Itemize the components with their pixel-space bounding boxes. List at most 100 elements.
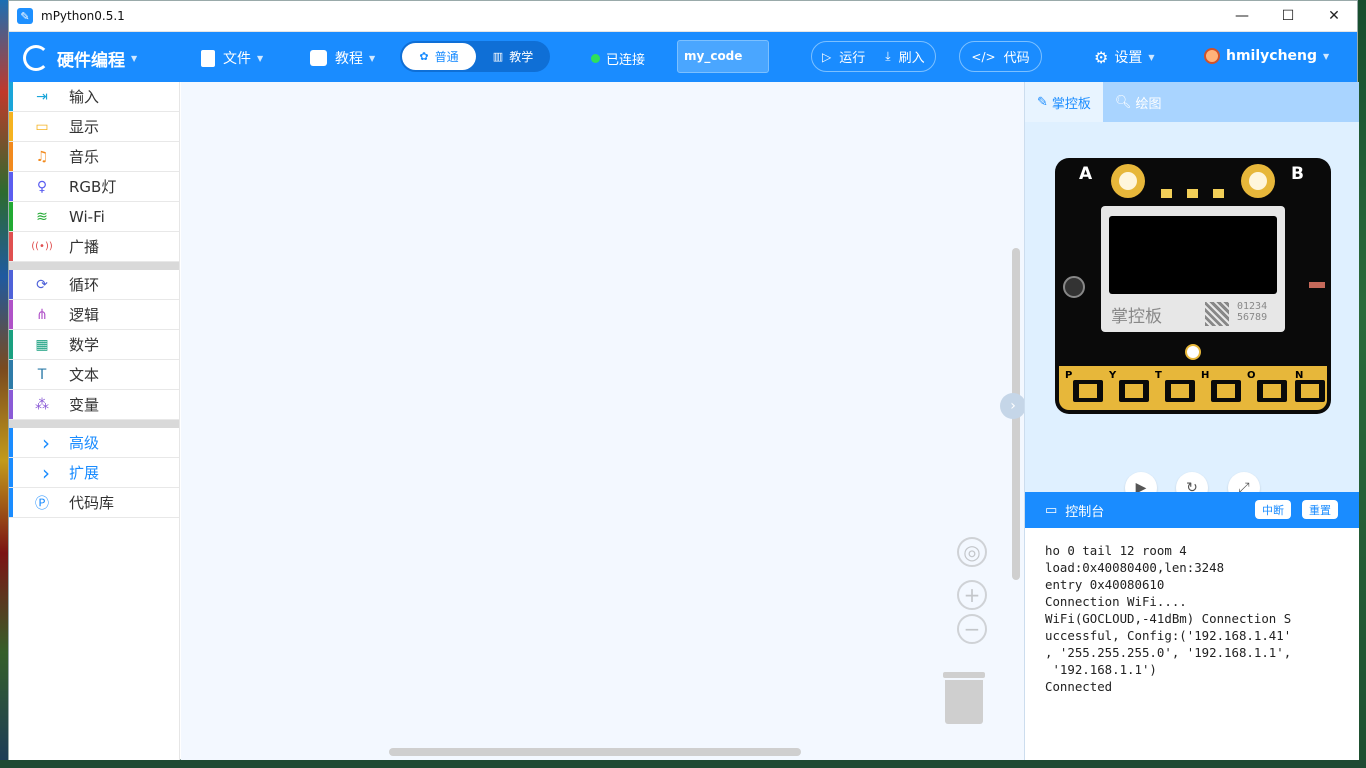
tab-draw[interactable]: 🔍︎ 绘图	[1103, 82, 1174, 122]
sidebar-item-0[interactable]: ⇥ 输入	[9, 82, 179, 112]
settings-label: 设置	[1114, 50, 1143, 66]
music-icon: ♫	[35, 148, 49, 165]
flash-button[interactable]: ⤓ 刷入	[875, 47, 934, 66]
tab-board[interactable]: ✎ 掌控板	[1025, 82, 1103, 122]
recenter-icon[interactable]: ◎	[957, 537, 987, 567]
file-icon	[201, 49, 215, 67]
reset-button[interactable]: 重置	[1302, 500, 1338, 519]
sidebar-item-6[interactable]: ⟳ 循环	[9, 270, 179, 300]
tutorial-menu[interactable]: 教程 ▼	[310, 48, 375, 68]
collapse-panel-button[interactable]: ›	[1000, 393, 1026, 419]
caret-down-icon: ▼	[1148, 52, 1155, 62]
text-icon: T	[37, 366, 47, 383]
variable-icon: ⁂	[35, 396, 49, 413]
sidebar-item-5[interactable]: ((•)) 广播	[9, 232, 179, 262]
download-icon: ⤓	[885, 49, 891, 63]
category-separator	[9, 262, 179, 270]
right-panel-tabs: ✎ 掌控板 🔍︎ 绘图	[1025, 82, 1359, 122]
code-label: 代码	[1003, 51, 1030, 66]
interrupt-button[interactable]: 中断	[1255, 500, 1291, 519]
sidebar-item-10[interactable]: ⁂ 变量	[9, 390, 179, 420]
connection-status[interactable]: 已连接	[591, 49, 645, 68]
sidebar-item-3[interactable]: ♀ RGB灯	[9, 172, 179, 202]
avatar	[1204, 48, 1220, 64]
mode-toggle: ✿ 普通 ▥ 教学	[400, 41, 550, 72]
category-color-bar	[9, 390, 13, 419]
right-panel: ✎ 掌控板 🔍︎ 绘图 A B 掌控板 01234 56789 P Y T H …	[1024, 82, 1359, 760]
code-button[interactable]: </> 代码	[959, 41, 1042, 72]
sidebar-item-label: 广播	[69, 238, 100, 256]
console-line: Connected	[1045, 679, 1113, 694]
console-icon: ▭	[1045, 502, 1058, 518]
caret-down-icon: ▼	[257, 53, 264, 63]
window-title: mPython0.5.1	[41, 9, 125, 23]
qr-code-icon	[1205, 302, 1229, 326]
desktop-background-left	[0, 0, 8, 768]
loop-icon: ⟳	[36, 276, 48, 293]
rgb-led	[1161, 189, 1172, 198]
board-icon: ✎	[1037, 94, 1048, 110]
sidebar-item-8[interactable]: ▦ 数学	[9, 330, 179, 360]
sidebar-item-13[interactable]: Ⓟ 代码库	[9, 488, 179, 518]
run-button[interactable]: ▷ 运行	[812, 47, 875, 67]
settings-menu[interactable]: ⚙ 设置 ▼	[1094, 47, 1155, 67]
block-category-sidebar: ⇥ 输入 ▭ 显示 ♫ 音乐 ♀ RGB灯 ≋ Wi-Fi ((•)) 广播 ⟳ 循环 ⋔ 逻辑 ▦ 数学 T 文本 ⁂…	[9, 82, 180, 760]
sidebar-item-7[interactable]: ⋔ 逻辑	[9, 300, 179, 330]
maximize-button[interactable]: ☐	[1265, 1, 1311, 31]
zoom-out-icon[interactable]: −	[957, 614, 987, 644]
sidebar-item-label: 高级	[69, 434, 100, 452]
category-separator	[9, 420, 179, 428]
sidebar-item-9[interactable]: T 文本	[9, 360, 179, 390]
sidebar-item-label: 输入	[69, 88, 100, 106]
tutorial-icon	[310, 50, 327, 66]
sidebar-item-1[interactable]: ▭ 显示	[9, 112, 179, 142]
play-icon: ▷	[822, 49, 832, 64]
mode-normal-button[interactable]: ✿ 普通	[402, 43, 476, 70]
gear-icon: ⚙	[1094, 47, 1109, 67]
close-button[interactable]: ✕	[1311, 1, 1357, 31]
broadcast-icon: ((•))	[31, 241, 53, 252]
math-icon: ▦	[35, 336, 49, 353]
console-header: ▭ 控制台 中断 重置	[1025, 492, 1359, 528]
sidebar-item-label: 数学	[69, 336, 100, 354]
connection-status-label: 已连接	[606, 53, 646, 68]
trash-icon[interactable]	[943, 672, 985, 724]
sidebar-item-4[interactable]: ≋ Wi-Fi	[9, 202, 179, 232]
category-color-bar	[9, 232, 13, 261]
sidebar-item-label: 循环	[69, 276, 100, 294]
brand-menu[interactable]: 硬件编程 ▼	[23, 45, 137, 71]
app-window: ✎ mPython0.5.1 — ☐ ✕ 硬件编程 ▼ 文件 ▼ 教程 ▼ ✿ …	[8, 0, 1359, 760]
bulb-icon: ♀	[36, 178, 48, 195]
title-bar: ✎ mPython0.5.1 — ☐ ✕	[9, 1, 1357, 32]
rgb-led	[1187, 189, 1198, 198]
zoom-in-icon[interactable]: +	[957, 580, 987, 610]
rgb-led	[1213, 189, 1224, 198]
sidebar-item-label: 逻辑	[69, 306, 100, 324]
touch-pad-b[interactable]	[1241, 164, 1275, 198]
project-name-input[interactable]: my_code	[677, 40, 769, 73]
app-icon: ✎	[17, 8, 33, 24]
user-menu[interactable]: hmilycheng ▼	[1204, 48, 1329, 64]
file-menu[interactable]: 文件 ▼	[201, 48, 263, 68]
category-color-bar	[9, 458, 13, 487]
caret-down-icon: ▼	[131, 53, 138, 63]
touch-pad-a[interactable]	[1111, 164, 1145, 198]
book-icon: ▥	[492, 50, 504, 63]
mode-teach-button[interactable]: ▥ 教学	[476, 43, 550, 70]
button-b-label: B	[1291, 164, 1304, 184]
main-toolbar: 硬件编程 ▼ 文件 ▼ 教程 ▼ ✿ 普通 ▥ 教学 已连接 my_code ▷…	[9, 32, 1357, 82]
blockly-workspace[interactable]: ◎ + −	[181, 82, 1024, 760]
workspace-horizontal-scrollbar[interactable]	[389, 748, 801, 756]
console-output[interactable]: ho 0 tail 12 room 4 load:0x40080400,len:3…	[1025, 528, 1359, 695]
sidebar-item-2[interactable]: ♫ 音乐	[9, 142, 179, 172]
tab-board-label: 掌控板	[1051, 96, 1091, 112]
sidebar-item-11[interactable]: › 高级	[9, 428, 179, 458]
file-label: 文件	[223, 51, 251, 67]
input-icon: ⇥	[36, 88, 48, 105]
console-line: Connection WiFi....	[1045, 594, 1187, 609]
display-icon: ▭	[35, 118, 49, 135]
board-image: A B 掌控板 01234 56789 P Y T H O N	[1055, 158, 1331, 414]
brand-label: 硬件编程	[57, 50, 125, 71]
minimize-button[interactable]: —	[1219, 1, 1265, 31]
sidebar-item-12[interactable]: › 扩展	[9, 458, 179, 488]
